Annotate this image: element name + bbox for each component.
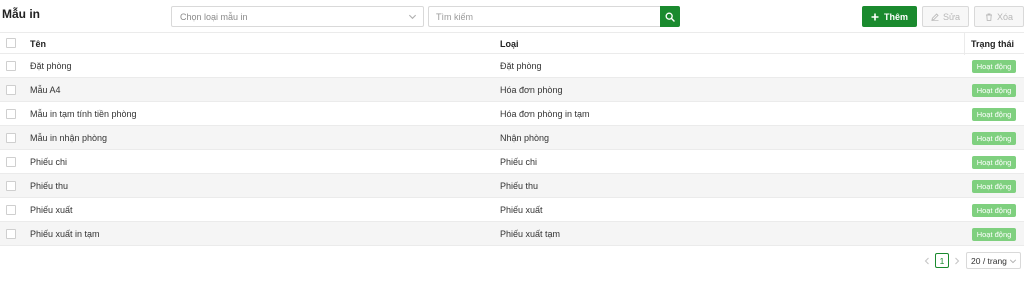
delete-button-label: Xóa (996, 11, 1013, 22)
row-name: Phiếu xuất in tạm (30, 229, 100, 239)
delete-button[interactable]: Xóa (974, 6, 1024, 27)
status-badge: Hoạt động (972, 228, 1016, 241)
table-row[interactable]: Phiếu xuất Phiếu xuất Hoạt động (0, 198, 1024, 222)
chevron-right-icon (955, 257, 960, 265)
row-name: Mẫu in tạm tính tiền phòng (30, 109, 137, 119)
table-row[interactable]: Mẫu A4 Hóa đơn phòng Hoạt động (0, 78, 1024, 102)
edit-button-label: Sửa (942, 11, 961, 22)
toolbar: Mẫu in Chọn loại mẫu in Thêm Sửa Xóa (0, 0, 1024, 32)
row-type: Đặt phòng (500, 61, 542, 71)
status-badge: Hoạt động (972, 132, 1016, 145)
table-row[interactable]: Mẫu in nhận phòng Nhận phòng Hoạt động (0, 126, 1024, 150)
add-button-label: Thêm (883, 11, 908, 22)
row-name: Phiếu xuất (30, 205, 73, 215)
status-badge: Hoạt động (972, 108, 1016, 121)
row-type: Phiếu thu (500, 181, 539, 191)
status-badge: Hoạt động (972, 156, 1016, 169)
pencil-icon (931, 12, 939, 21)
edit-button[interactable]: Sửa (922, 6, 969, 27)
search-button[interactable] (660, 6, 680, 27)
row-name: Đặt phòng (30, 61, 72, 71)
row-type: Hóa đơn phòng (500, 85, 563, 95)
column-header-name[interactable]: Tên (30, 39, 46, 49)
row-type: Phiếu xuất tạm (500, 229, 561, 239)
column-header-status[interactable]: Trạng thái (971, 39, 1014, 49)
row-type: Nhận phòng (500, 133, 550, 143)
chevron-down-icon (1009, 259, 1017, 264)
row-checkbox[interactable] (6, 85, 16, 95)
search-input[interactable] (428, 6, 661, 27)
print-type-select-placeholder: Chọn loại mẫu in (180, 12, 248, 22)
status-badge: Hoạt động (972, 204, 1016, 217)
chevron-left-icon (924, 257, 929, 265)
page-title: Mẫu in (2, 7, 40, 21)
select-all-checkbox[interactable] (6, 38, 16, 48)
status-badge: Hoạt động (972, 60, 1016, 73)
search-icon (665, 12, 675, 22)
page-size-select[interactable]: 20 / trang (966, 252, 1021, 269)
table-row[interactable]: Phiếu chi Phiếu chi Hoạt động (0, 150, 1024, 174)
next-page-button[interactable] (952, 253, 962, 269)
row-checkbox[interactable] (6, 229, 16, 239)
table-row[interactable]: Đặt phòng Đặt phòng Hoạt động (0, 54, 1024, 78)
trash-icon (985, 13, 992, 21)
status-badge: Hoạt động (972, 84, 1016, 97)
print-type-select[interactable]: Chọn loại mẫu in (171, 6, 424, 27)
row-checkbox[interactable] (6, 61, 16, 71)
table-row[interactable]: Mẫu in tạm tính tiền phòng Hóa đơn phòng… (0, 102, 1024, 126)
row-type: Phiếu xuất (500, 205, 543, 215)
status-badge: Hoạt động (972, 180, 1016, 193)
page-number-current[interactable]: 1 (935, 253, 949, 268)
chevron-down-icon (408, 14, 417, 20)
row-checkbox[interactable] (6, 181, 16, 191)
column-divider (964, 33, 965, 55)
table-row[interactable]: Phiếu xuất in tạm Phiếu xuất tạm Hoạt độ… (0, 222, 1024, 246)
prev-page-button[interactable] (922, 253, 932, 269)
row-name: Mẫu A4 (30, 85, 61, 95)
table-header: Tên Loại Trạng thái (0, 32, 1024, 55)
row-type: Phiếu chi (500, 157, 538, 167)
page-size-value: 20 / trang (971, 255, 1007, 266)
row-name: Phiếu chi (30, 157, 68, 167)
row-name: Mẫu in nhận phòng (30, 133, 108, 143)
row-checkbox[interactable] (6, 205, 16, 215)
row-name: Phiếu thu (30, 181, 69, 191)
row-checkbox[interactable] (6, 109, 16, 119)
add-button[interactable]: Thêm (862, 6, 917, 27)
plus-icon (871, 13, 879, 20)
column-header-type[interactable]: Loại (500, 39, 519, 49)
table-row[interactable]: Phiếu thu Phiếu thu Hoạt động (0, 174, 1024, 198)
row-checkbox[interactable] (6, 157, 16, 167)
row-type: Hóa đơn phòng in tạm (500, 109, 590, 119)
row-checkbox[interactable] (6, 133, 16, 143)
